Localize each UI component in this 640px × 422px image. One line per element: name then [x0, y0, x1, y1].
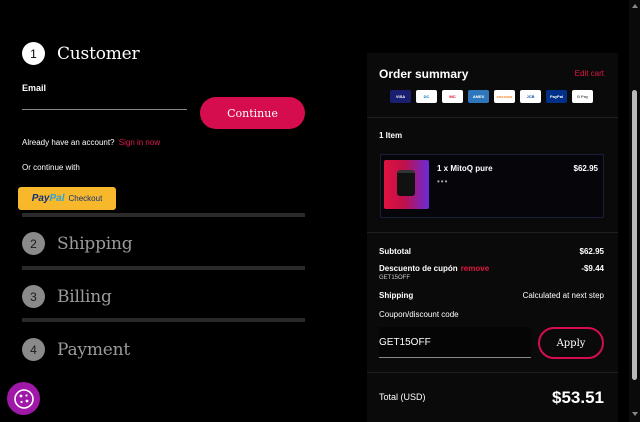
- step-number: 2: [22, 232, 45, 255]
- remove-coupon-link[interactable]: remove: [461, 264, 489, 273]
- summary-divider: [367, 372, 618, 373]
- step-title: Shipping: [57, 233, 133, 254]
- paypal-checkout-button[interactable]: PayPal Checkout: [18, 187, 116, 210]
- paypal-logo: PayPal: [31, 193, 65, 204]
- step-title: Billing: [57, 286, 112, 307]
- scroll-thumb[interactable]: [632, 90, 637, 380]
- item-options-dots: •••: [437, 177, 449, 186]
- google-pay-icon: G Pay: [572, 90, 593, 103]
- scroll-down-arrow-icon[interactable]: [632, 412, 638, 416]
- subtotal-label: Subtotal: [379, 247, 411, 256]
- item-count: 1 Item: [379, 131, 403, 140]
- coupon-code-input[interactable]: [379, 327, 531, 358]
- shipping-label: Shipping: [379, 291, 414, 300]
- paypal-icon: PayPal: [546, 90, 567, 103]
- step-payment[interactable]: 4 Payment: [22, 338, 130, 361]
- cart-item: 1 x MitoQ pure $62.95 •••: [380, 154, 604, 218]
- step-divider: [22, 213, 305, 217]
- apply-coupon-button[interactable]: Apply: [538, 327, 604, 359]
- amex-icon: AMEX: [468, 90, 489, 103]
- sign-in-link[interactable]: Sign in now: [119, 138, 160, 147]
- total-label: Total (USD): [379, 392, 426, 402]
- order-summary-panel: Order summary Edit cart VISA DC MC AMEX …: [367, 53, 618, 422]
- email-label: Email: [22, 83, 47, 93]
- total-value: $53.51: [552, 388, 604, 407]
- step-customer: 1 Customer: [22, 42, 140, 65]
- scroll-up-arrow-icon[interactable]: [632, 4, 638, 8]
- coupon-code-label: Coupon/discount code: [379, 310, 459, 319]
- subtotal-value: $62.95: [579, 247, 604, 256]
- step-divider: [22, 266, 305, 270]
- applied-coupon-code: GET15OFF: [379, 275, 411, 281]
- cookie-settings-button[interactable]: [7, 382, 40, 415]
- cookie-icon: [13, 388, 34, 409]
- account-prompt-text: Already have an account?: [22, 138, 115, 147]
- email-field[interactable]: [22, 96, 187, 110]
- step-billing[interactable]: 3 Billing: [22, 285, 112, 308]
- continue-button[interactable]: Continue: [200, 97, 305, 129]
- product-image: [384, 160, 429, 209]
- summary-divider: [367, 232, 618, 233]
- mastercard-icon: MC: [442, 90, 463, 103]
- item-name: 1 x MitoQ pure: [437, 164, 493, 173]
- page-scrollbar[interactable]: [629, 0, 640, 422]
- summary-divider: [367, 117, 618, 118]
- jcb-icon: JCB: [520, 90, 541, 103]
- step-number: 3: [22, 285, 45, 308]
- shipping-value: Calculated at next step: [522, 291, 604, 300]
- order-summary-title: Order summary: [379, 67, 469, 81]
- step-divider: [22, 318, 305, 322]
- item-price: $62.95: [573, 164, 598, 173]
- step-title: Customer: [57, 43, 140, 64]
- coupon-discount-label: Descuento de cupón: [379, 264, 458, 273]
- sign-in-prompt: Already have an account? Sign in now: [22, 138, 160, 147]
- step-shipping[interactable]: 2 Shipping: [22, 232, 133, 255]
- paypal-checkout-label: Checkout: [68, 194, 103, 203]
- coupon-discount-value: -$9.44: [581, 264, 604, 273]
- discover-icon: DISCOVER: [494, 90, 515, 103]
- step-title: Payment: [57, 339, 130, 360]
- coupon-discount-row: Descuento de cupón remove: [379, 264, 489, 273]
- continue-with-text: Or continue with: [22, 163, 80, 172]
- step-number: 4: [22, 338, 45, 361]
- step-number: 1: [22, 42, 45, 65]
- payment-methods: VISA DC MC AMEX DISCOVER JCB PayPal G Pa…: [390, 90, 593, 103]
- diners-club-icon: DC: [416, 90, 437, 103]
- visa-icon: VISA: [390, 90, 411, 103]
- edit-cart-link[interactable]: Edit cart: [575, 69, 604, 78]
